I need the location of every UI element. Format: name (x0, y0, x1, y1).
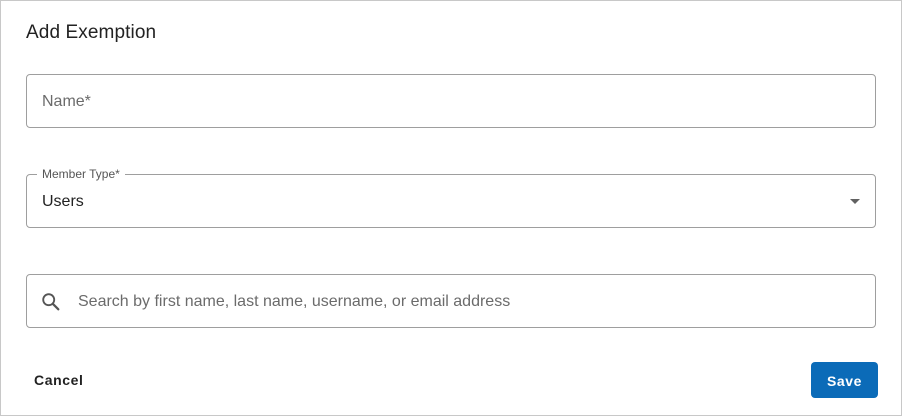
add-exemption-dialog: Add Exemption Name* Member Type* Users S… (0, 0, 902, 416)
member-type-value: Users (42, 193, 84, 210)
name-input-placeholder: Name* (42, 93, 91, 110)
member-type-select[interactable]: Member Type* Users (26, 167, 876, 228)
cancel-button[interactable]: Cancel (26, 365, 92, 395)
caret-down-icon[interactable] (850, 199, 860, 204)
search-icon (42, 293, 60, 311)
search-input[interactable]: Search by first name, last name, usernam… (26, 274, 876, 328)
name-input[interactable]: Name* (26, 74, 876, 128)
dialog-title: Add Exemption (26, 22, 157, 43)
search-input-placeholder: Search by first name, last name, usernam… (78, 293, 511, 310)
save-button[interactable]: Save (811, 362, 878, 398)
member-type-label: Member Type* (37, 167, 125, 181)
